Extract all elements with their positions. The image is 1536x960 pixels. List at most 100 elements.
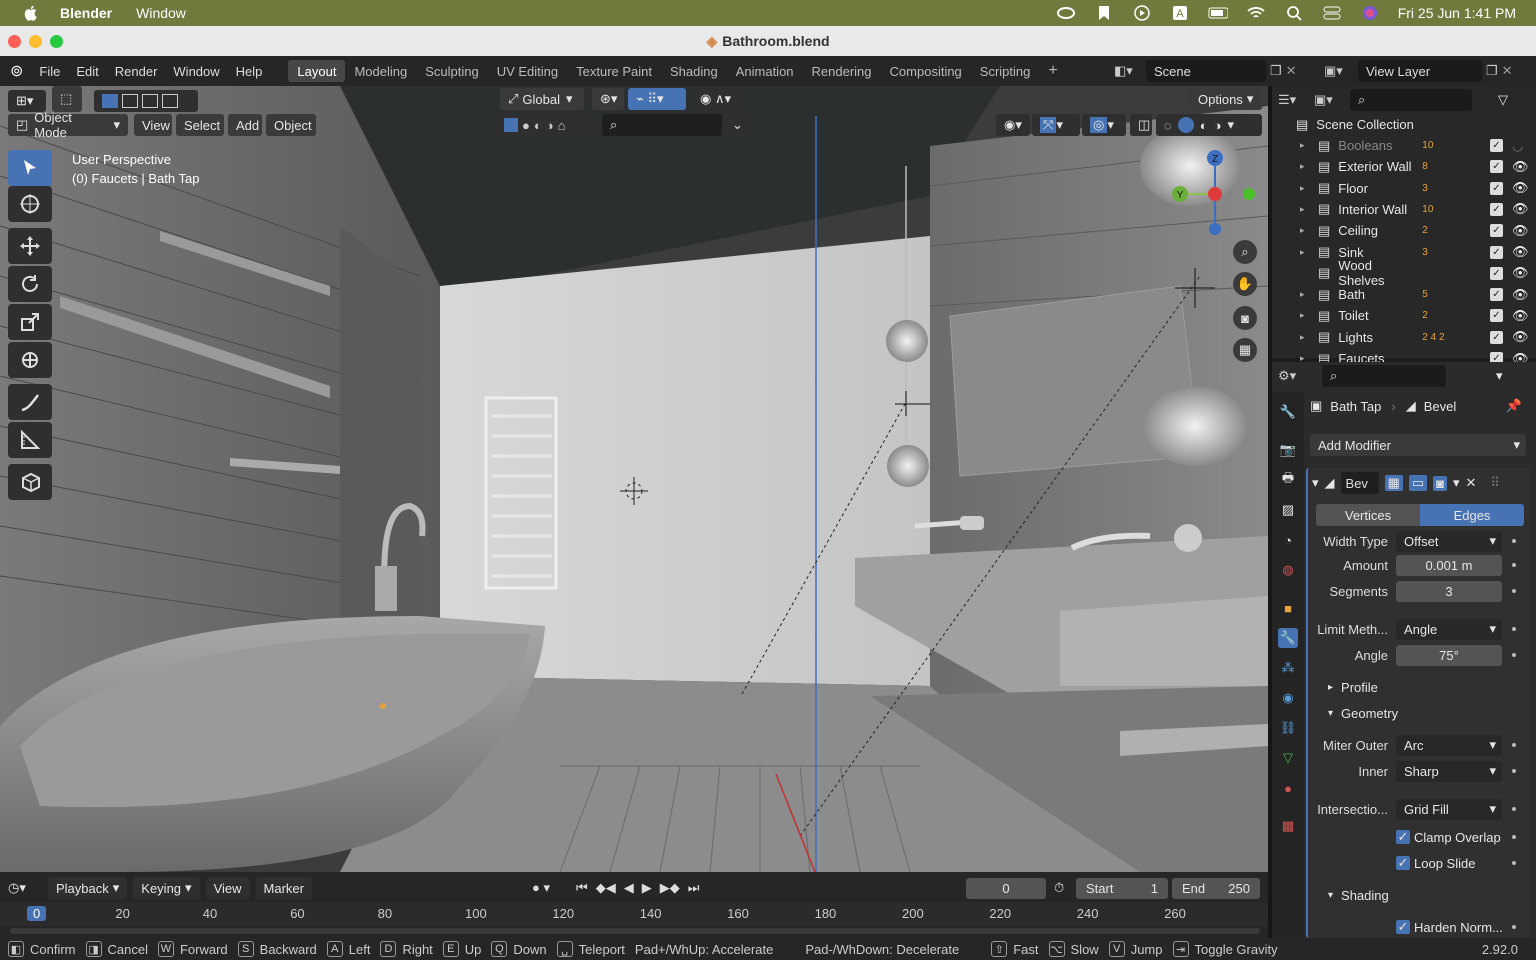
battery-icon[interactable] bbox=[1208, 5, 1228, 21]
timeline-editor-icon[interactable]: ◷▾ bbox=[8, 880, 42, 896]
outliner-item[interactable]: ▸ ▤ Booleans 10 ✓ ◡ bbox=[1272, 135, 1536, 156]
play-reverse-icon[interactable]: ◀ bbox=[624, 880, 634, 896]
editor-type-icon[interactable]: ⊞▾ bbox=[8, 90, 46, 112]
rotate-tool-icon[interactable] bbox=[8, 266, 52, 302]
select-new-icon[interactable] bbox=[102, 94, 118, 108]
keyframe-dot[interactable] bbox=[1512, 861, 1516, 865]
tab-sculpting[interactable]: Sculpting bbox=[416, 60, 487, 82]
apple-icon[interactable] bbox=[22, 4, 40, 22]
edges-toggle[interactable]: Edges bbox=[1420, 504, 1524, 526]
menu-add[interactable]: Add bbox=[228, 114, 262, 136]
menu-view[interactable]: View bbox=[134, 114, 172, 136]
play-icon[interactable]: ▶ bbox=[642, 880, 652, 896]
eye-icon[interactable]: 👁 bbox=[1512, 329, 1529, 345]
segments-field[interactable]: 3 bbox=[1396, 580, 1502, 602]
constraints-tab-icon[interactable]: ⛓ bbox=[1278, 718, 1298, 738]
exclude-checkbox[interactable]: ✓ bbox=[1490, 330, 1503, 344]
collapse-chevron-icon[interactable]: ▾ bbox=[1312, 475, 1319, 491]
camera-view-icon[interactable]: ◙ bbox=[1233, 306, 1257, 330]
chevron-down-icon[interactable]: ▾ bbox=[1227, 117, 1234, 133]
eye-icon[interactable]: 👁 bbox=[1512, 201, 1529, 217]
outliner-item[interactable]: ▸ ▤ Bath 5 ✓ 👁 bbox=[1272, 284, 1536, 305]
keyframe-dot[interactable] bbox=[1512, 835, 1516, 839]
start-frame-field[interactable]: Start 1 bbox=[1076, 878, 1168, 899]
expand-chevron-icon[interactable]: ▸ bbox=[1300, 310, 1312, 321]
profile-subpanel-header[interactable]: ▸ Profile bbox=[1328, 676, 1378, 698]
wifi-icon[interactable] bbox=[1246, 5, 1266, 21]
view-layer-field[interactable]: View Layer bbox=[1358, 60, 1482, 82]
delete-view-layer-icon[interactable]: ✕ bbox=[1502, 63, 1513, 79]
sphere-material-icon[interactable]: ◐ bbox=[534, 118, 542, 133]
outliner-item[interactable]: ▸ ▤ Ceiling 2 ✓ 👁 bbox=[1272, 220, 1536, 241]
timeline-scrollbar[interactable] bbox=[10, 928, 1260, 934]
new-scene-icon[interactable]: ❐ bbox=[1270, 63, 1282, 79]
macos-app-name[interactable]: Blender bbox=[60, 5, 112, 21]
macos-menu-window[interactable]: Window bbox=[136, 5, 186, 21]
delete-scene-icon[interactable]: ✕ bbox=[1286, 63, 1297, 79]
end-frame-field[interactable]: End 250 bbox=[1172, 878, 1260, 899]
sphere-solid-icon[interactable]: ● bbox=[522, 118, 530, 133]
edit-mode-toggle-icon[interactable]: ▦ bbox=[1384, 475, 1403, 491]
visibility-icon[interactable]: ◉▾ bbox=[996, 114, 1030, 136]
text-input-icon[interactable]: A bbox=[1170, 5, 1190, 21]
menu-render[interactable]: Render bbox=[107, 64, 166, 79]
frame-ruler[interactable]: 0 20 40 60 80 100 120 140 160 180 200 220 240 260 bbox=[0, 902, 1268, 926]
exclude-checkbox[interactable]: ✓ bbox=[1490, 224, 1503, 238]
pin-icon[interactable]: 📌 bbox=[1506, 398, 1522, 414]
tab-texture-paint[interactable]: Texture Paint bbox=[567, 60, 661, 82]
chevron-down-icon[interactable]: ▾ bbox=[1496, 368, 1503, 384]
outliner-editor-icon[interactable]: ☰▾ bbox=[1278, 92, 1308, 108]
solid-shading-icon[interactable] bbox=[1177, 117, 1194, 133]
amount-field[interactable]: 0.001 m bbox=[1396, 554, 1502, 576]
keyframe-dot[interactable] bbox=[1512, 769, 1516, 773]
viewport-display-toggle-icon[interactable]: ▭ bbox=[1408, 475, 1428, 491]
spotlight-search-icon[interactable] bbox=[1284, 5, 1304, 21]
texture-tab-icon[interactable]: ▩ bbox=[1278, 816, 1298, 836]
selection-mode-icons[interactable] bbox=[94, 90, 198, 112]
exclude-checkbox[interactable]: ✓ bbox=[1490, 266, 1503, 280]
filter-icon[interactable]: ▽ bbox=[1498, 92, 1508, 108]
tab-scripting[interactable]: Scripting bbox=[971, 60, 1040, 82]
new-view-layer-icon[interactable]: ❐ bbox=[1486, 63, 1498, 79]
angle-field[interactable]: 75° bbox=[1396, 644, 1502, 666]
playhead-frame[interactable]: 0 bbox=[27, 906, 47, 921]
select-subtract-icon[interactable] bbox=[142, 94, 158, 108]
inner-dropdown[interactable]: Sharp ▾ bbox=[1396, 760, 1502, 782]
timeline-view-menu[interactable]: View bbox=[205, 877, 250, 899]
marker-menu[interactable]: Marker bbox=[255, 877, 312, 899]
outliner-root[interactable]: ▤ Scene Collection bbox=[1272, 114, 1536, 135]
modifier-tab-icon[interactable]: 🔧 bbox=[1278, 628, 1298, 648]
scene-name-field[interactable]: Scene bbox=[1146, 60, 1266, 82]
menu-object[interactable]: Object bbox=[266, 114, 316, 136]
remove-modifier-icon[interactable]: ✕ bbox=[1466, 475, 1477, 491]
tab-uv-editing[interactable]: UV Editing bbox=[488, 60, 567, 82]
bookmark-icon[interactable] bbox=[1094, 5, 1114, 21]
tweak-tool-icon[interactable] bbox=[8, 150, 52, 186]
eye-icon[interactable]: 👁 bbox=[1512, 265, 1529, 281]
outliner-item[interactable]: ▸ ▤ Floor 3 ✓ 👁 bbox=[1272, 178, 1536, 199]
eye-icon[interactable]: 👁 bbox=[1512, 159, 1529, 175]
expand-chevron-icon[interactable]: ▸ bbox=[1300, 225, 1312, 236]
expand-chevron-icon[interactable]: ▸ bbox=[1300, 247, 1312, 258]
viewport-search-field[interactable]: ⌕ bbox=[602, 114, 722, 136]
stopwatch-icon[interactable]: ⏱ bbox=[1054, 880, 1064, 896]
add-workspace-icon[interactable]: + bbox=[1039, 60, 1066, 82]
keyframe-dot[interactable] bbox=[1512, 807, 1516, 811]
particles-tab-icon[interactable]: ⁂ bbox=[1278, 658, 1298, 678]
keying-menu[interactable]: Keying ▾ bbox=[133, 877, 200, 899]
overlay-toggle-icon[interactable]: ◎ ▾ bbox=[1082, 114, 1126, 136]
keyframe-dot[interactable] bbox=[1512, 627, 1516, 631]
width-type-dropdown[interactable]: Offset ▾ bbox=[1396, 530, 1502, 552]
expand-chevron-icon[interactable]: ▸ bbox=[1300, 140, 1312, 151]
menu-edit[interactable]: Edit bbox=[68, 64, 106, 79]
vertices-toggle[interactable]: Vertices bbox=[1316, 504, 1420, 526]
outliner-item[interactable]: ▸ ▤ Lights 2 4 2 ✓ 👁 bbox=[1272, 327, 1536, 348]
wireframe-shading-icon[interactable]: ◌ bbox=[1164, 118, 1172, 133]
control-center-icon[interactable] bbox=[1322, 5, 1342, 21]
siri-icon[interactable] bbox=[1360, 5, 1380, 21]
menu-select[interactable]: Select bbox=[176, 114, 224, 136]
harden-normals-row[interactable]: ✓ Harden Norm... bbox=[1396, 916, 1503, 938]
material-tab-icon[interactable]: ● bbox=[1278, 778, 1298, 798]
add-modifier-dropdown[interactable]: Add Modifier ▾ bbox=[1310, 434, 1526, 456]
keyframe-dot[interactable] bbox=[1512, 925, 1516, 929]
